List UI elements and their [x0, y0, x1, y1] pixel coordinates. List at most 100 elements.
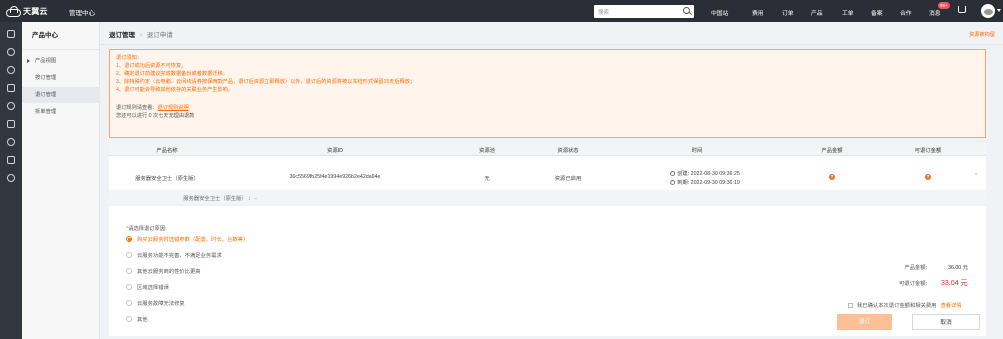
reason-option[interactable]: 购买云服务时选错参数（配置、时长、台数等）: [126, 235, 248, 243]
sidebar-title: 产品中心: [22, 22, 99, 50]
refund-amount-help-icon[interactable]: ?: [925, 174, 931, 180]
reason-option[interactable]: 云服务故障无法修复: [126, 299, 185, 307]
brand-name: 天翼云: [23, 6, 48, 16]
nav-products[interactable]: 产品: [811, 8, 823, 17]
breadcrumb-root[interactable]: 退订管理: [109, 32, 135, 39]
console-link[interactable]: 管理中心: [69, 7, 95, 17]
confirm-checkbox-row[interactable]: 我已确认本次退订金额和相关费用 查看详情: [848, 301, 962, 309]
divider: [100, 44, 1003, 45]
notice-line: 4、退订可能会导致其他依存的关联业务产生影响。: [116, 87, 234, 93]
nav-filing[interactable]: 备案: [871, 8, 883, 17]
notice-title: 退订须知：: [116, 55, 142, 61]
icon-rail: [0, 22, 22, 339]
reason-option[interactable]: 其他云服务商的性价比更高: [126, 267, 201, 275]
column-header: 资源ID: [327, 148, 343, 154]
sidebar-item-order-management[interactable]: 按订管理: [22, 70, 100, 86]
column-header: 资源状态: [557, 148, 579, 154]
column-header: 资源池: [479, 148, 495, 154]
main-content: 退订管理 > 退订申请 资源被拘留 退订须知： 1、退订成功后资源不可恢复。 2、确…: [100, 22, 1003, 339]
chevron-down-icon[interactable]: [997, 9, 1001, 12]
breadcrumb-separator: >: [139, 32, 143, 39]
radio-icon[interactable]: [126, 268, 132, 274]
sidebar-item-label: 拆单管理: [35, 109, 57, 115]
notice-line: 2、确定退订前建议完成数据备份或者数据迁移。: [116, 71, 228, 77]
radio-icon[interactable]: [126, 300, 132, 306]
top-navbar: 天翼云 管理中心 搜索 中国站 费用 订单 产品 工单 备案 合作 消息 99+: [0, 0, 1003, 22]
refund-remaining-text: 您还可以进行 0 次七天无理由退款: [116, 113, 195, 119]
sidebar-item-label: 产品视图: [35, 58, 57, 64]
notice-line: 3、除特殊约定（云电脑、云间线请券按保两款产品，退订后资源立即释放）以外，退订后…: [116, 79, 416, 85]
settings-icon[interactable]: [7, 174, 15, 182]
search-icon[interactable]: [683, 7, 690, 14]
reason-label: 其他: [137, 317, 148, 323]
product-amount-help-icon[interactable]: ?: [829, 174, 835, 180]
column-header: 时间: [691, 148, 703, 154]
cancel-button[interactable]: 取消: [912, 314, 980, 330]
shield-icon[interactable]: [7, 156, 15, 164]
storage-icon[interactable]: [7, 84, 15, 92]
nav-billing[interactable]: 费用: [752, 8, 764, 17]
cloud-logo-icon: [6, 6, 21, 17]
radio-icon[interactable]: [126, 284, 132, 290]
expire-time-cell: 到期: 2022-09-30 09:36:19: [670, 178, 740, 186]
product-amount-label: 产品金额:: [904, 265, 927, 271]
resource-table: 产品名称 资源ID 资源池 资源状态 时间 产品金额 可退订金额 服务器安全卫士…: [109, 142, 986, 204]
clock-icon: [670, 180, 676, 185]
refund-amount-label: 可退订金额:: [899, 281, 927, 287]
notice-line: 1、退订成功后资源不可恢复。: [116, 63, 187, 69]
guide-link[interactable]: 资源被拘留: [969, 31, 995, 38]
user-icon[interactable]: [7, 102, 15, 110]
column-header: 可退订金额: [914, 148, 942, 154]
nav-tickets[interactable]: 工单: [842, 8, 854, 17]
reason-option[interactable]: 区域选择错误: [126, 283, 169, 291]
security-icon[interactable]: [7, 138, 15, 146]
refund-amount-value: 33.04 元: [941, 280, 968, 287]
sidebar-item-label: 按订管理: [35, 75, 57, 81]
refund-form: *请选择退订原因: 购买云服务时选错参数（配置、时长、台数等） 云服务功能不完善…: [109, 206, 986, 336]
cube-icon[interactable]: [7, 30, 15, 38]
reason-title-text: 请选择退订原因:: [128, 226, 167, 232]
radio-icon[interactable]: [126, 252, 132, 258]
nav-orders[interactable]: 订单: [782, 8, 794, 17]
reason-label: 云服务故障无法修复: [137, 301, 185, 307]
submit-refund-button[interactable]: 退订: [837, 314, 892, 330]
view-details-link[interactable]: 查看详情: [940, 301, 961, 309]
sidebar-item-label: 退订管理: [35, 92, 57, 98]
compute-icon[interactable]: [7, 48, 15, 56]
subrow-text: 服务器安全卫士（原生版） ： -: [183, 196, 257, 202]
reason-label: 云服务功能不完善、不满足业务需求: [137, 253, 222, 259]
avatar[interactable]: [981, 4, 995, 18]
reason-label: 其他云服务商的性价比更高: [137, 269, 201, 275]
refund-rules-link[interactable]: 退订规则说明: [158, 105, 189, 111]
reason-title: *请选择退订原因:: [126, 226, 167, 232]
network-icon[interactable]: [7, 66, 15, 74]
resource-id-cell: 36c5569fb25f4e1994e926b2e42da94e: [289, 174, 381, 180]
reason-label: 区域选择错误: [137, 285, 169, 291]
product-amount-value: 36.00 元: [948, 265, 969, 271]
nav-messages[interactable]: 消息: [929, 8, 941, 17]
resource-pool-cell: 无: [484, 176, 490, 182]
sidebar-item-refund-management[interactable]: 退订管理: [22, 87, 100, 103]
reason-option[interactable]: 其他: [126, 315, 148, 323]
cloud-icon[interactable]: [7, 120, 15, 128]
cart-icon[interactable]: [958, 6, 966, 13]
refund-rules-prefix: 退订规则请查看：: [116, 105, 158, 111]
radio-selected-icon[interactable]: [126, 236, 132, 242]
nav-region[interactable]: 中国站: [711, 8, 728, 17]
collapse-chevron-icon[interactable]: ^: [975, 173, 978, 179]
refund-notice: 退订须知： 1、退订成功后资源不可恢复。 2、确定退订前建议完成数据备份或者数据…: [109, 49, 986, 138]
sidebar-item-product-view[interactable]: 产品视图: [22, 53, 100, 69]
clock-icon: [670, 171, 676, 176]
nav-partner[interactable]: 合作: [900, 8, 912, 17]
sidebar-item-split-management[interactable]: 拆单管理: [22, 104, 100, 120]
column-header: 产品名称: [156, 148, 178, 154]
search-input[interactable]: 搜索: [594, 5, 694, 18]
resource-status-cell: 资源已启用: [554, 176, 582, 182]
product-name-cell: 服务器安全卫士（原生版）: [135, 176, 199, 182]
radio-icon[interactable]: [126, 316, 132, 322]
column-header: 产品金额: [821, 148, 843, 154]
reason-option[interactable]: 云服务功能不完善、不满足业务需求: [126, 251, 222, 259]
table-subrow: 服务器安全卫士（原生版） ： -: [109, 190, 986, 204]
confirm-checkbox[interactable]: [848, 302, 853, 308]
brand-logo[interactable]: 天翼云: [6, 5, 50, 17]
